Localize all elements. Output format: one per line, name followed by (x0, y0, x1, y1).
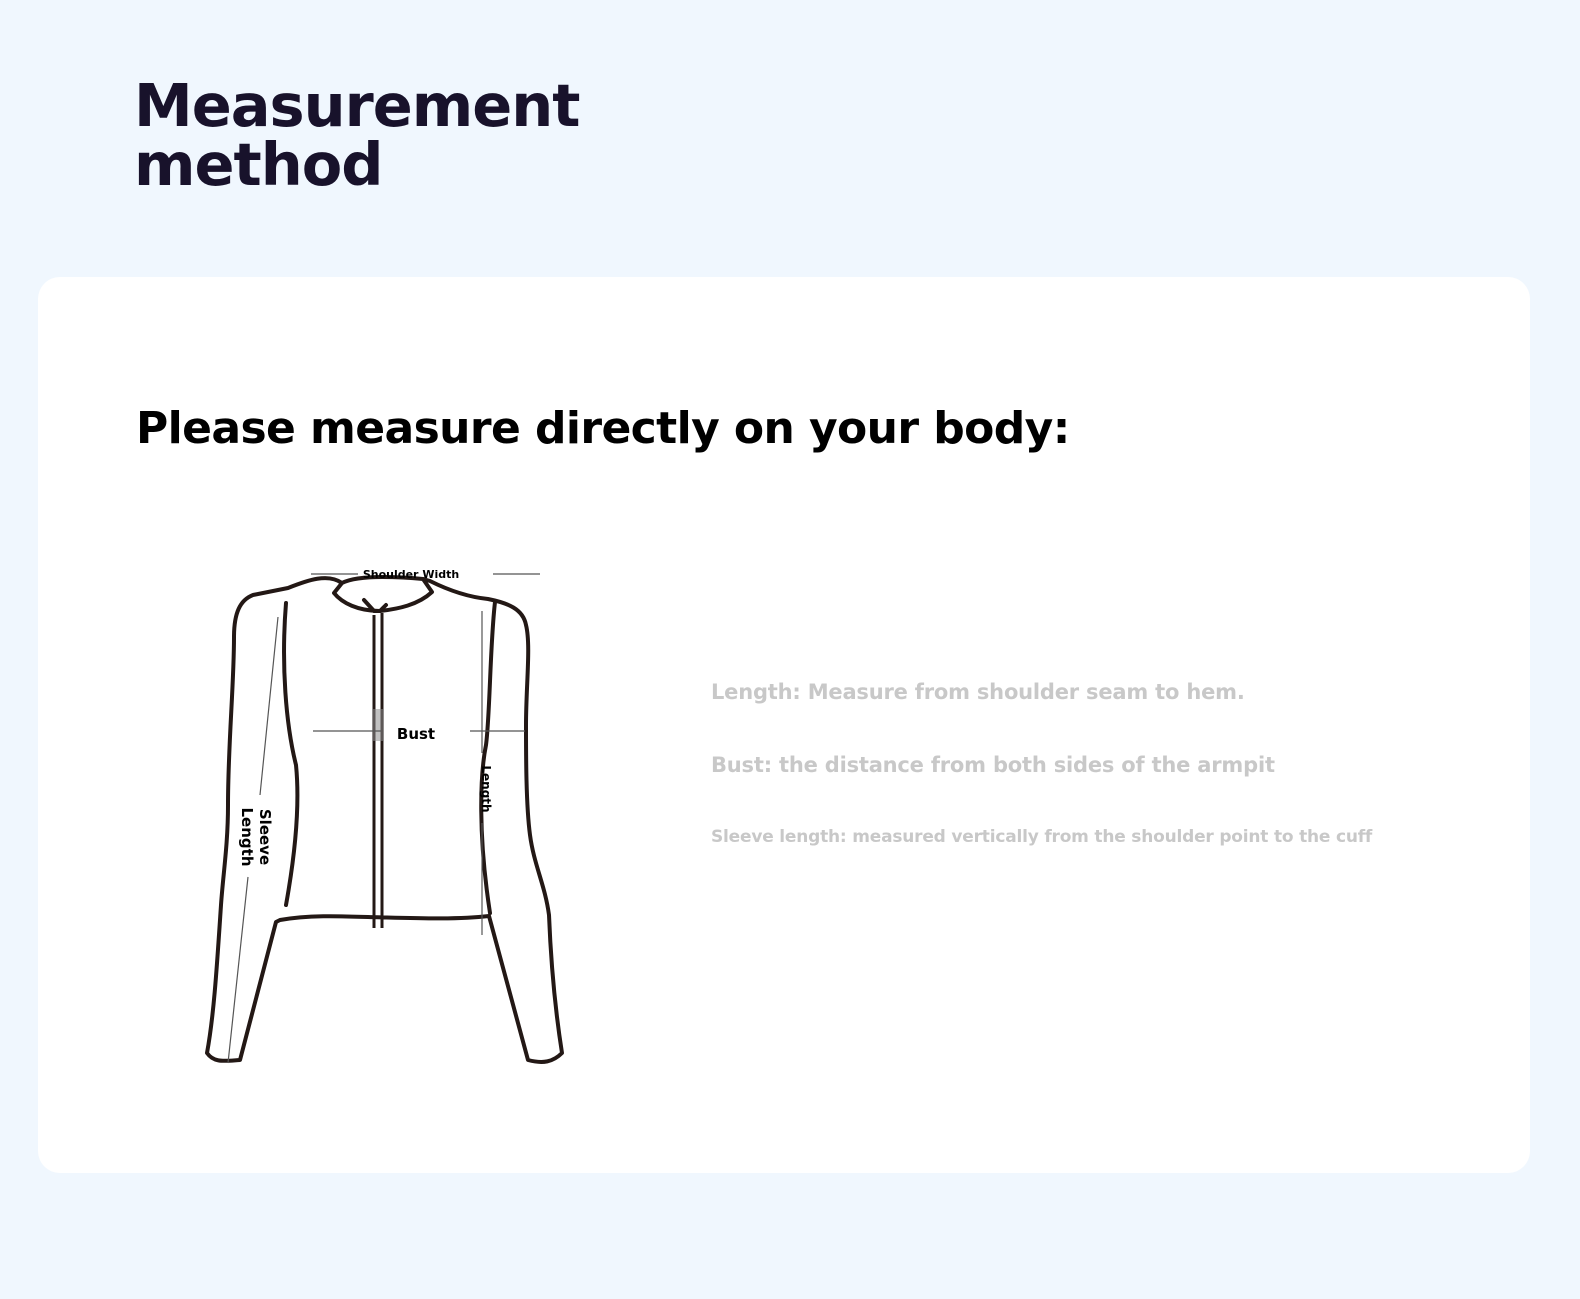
instruction-sleeve-length: Sleeve length: measured vertically from … (711, 827, 1373, 847)
length-label: Length (479, 765, 493, 812)
page-title-line-1: Measurement (134, 71, 580, 140)
sleeve-length-label-line-1: Sleeve (256, 809, 274, 865)
garment-diagram: Shoulder Width Bust Length Sleeve Length (168, 545, 618, 1085)
page-title-line-2: method (134, 130, 383, 199)
sleeve-length-label: Sleeve Length (238, 808, 274, 867)
instruction-bust: Bust: the distance from both sides of th… (711, 753, 1275, 777)
jacket-illustration: Shoulder Width Bust Length Sleeve Length (205, 568, 564, 1064)
measurement-card: Please measure directly on your body: Sh… (38, 277, 1530, 1173)
measure-heading: Please measure directly on your body: (136, 403, 1070, 454)
zipper-pull (372, 709, 384, 741)
sleeve-length-label-line-2: Length (238, 808, 256, 867)
shoulder-width-label: Shoulder Width (363, 568, 459, 581)
instruction-length: Length: Measure from shoulder seam to he… (711, 680, 1245, 704)
bust-label: Bust (397, 725, 435, 743)
page-title: Measurement method (134, 76, 694, 194)
